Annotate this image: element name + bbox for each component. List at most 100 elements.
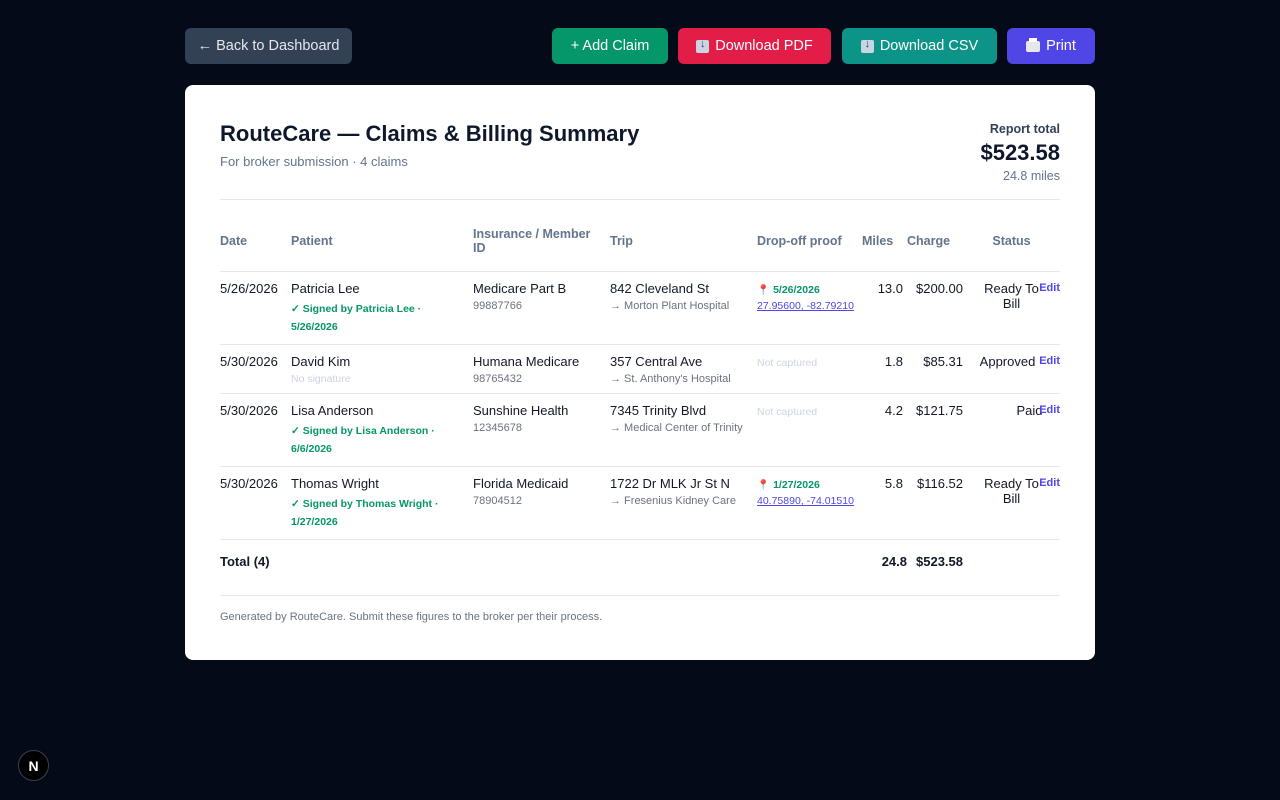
report-subtitle: For broker submission · 4 claims bbox=[220, 154, 408, 169]
total-label: Total (4) bbox=[220, 554, 270, 569]
header-proof[interactable]: Drop-off proof bbox=[757, 225, 862, 272]
nextjs-badge-icon[interactable]: N bbox=[18, 750, 49, 781]
row-status: Paid Edit bbox=[967, 393, 1060, 467]
proof-date: 1/27/2026 bbox=[773, 479, 820, 491]
badge-letter: N bbox=[28, 757, 39, 774]
row-insurance: Florida Medicaid 78904512 bbox=[473, 466, 610, 540]
download-pdf-label: Download PDF bbox=[715, 38, 813, 54]
total-charge: $523.58 bbox=[916, 554, 963, 569]
table-row: 5/30/2026 Lisa Anderson ✓ Signed by Lisa… bbox=[220, 393, 1060, 467]
download-icon bbox=[860, 38, 874, 53]
insurance-name: Humana Medicare bbox=[473, 354, 580, 369]
row-charge: $121.75 bbox=[907, 393, 967, 467]
map-pin-icon: 📍 bbox=[757, 480, 770, 491]
download-csv-button[interactable]: Download CSV bbox=[842, 28, 997, 64]
patient-name: Patricia Lee bbox=[291, 281, 360, 296]
member-id: 98765432 bbox=[473, 373, 522, 385]
patient-name: Thomas Wright bbox=[291, 476, 379, 491]
row-miles: 4.2 bbox=[862, 393, 907, 467]
add-claim-button[interactable]: + Add Claim bbox=[552, 28, 668, 64]
trip-from: 1722 Dr MLK Jr St N bbox=[610, 476, 730, 491]
table-header-row: Date Patient Insurance / Member ID Trip … bbox=[220, 225, 1060, 272]
trip-to: → Fresenius Kidney Care bbox=[610, 495, 736, 507]
header-trip[interactable]: Trip bbox=[610, 225, 757, 272]
total-status-empty bbox=[967, 540, 1060, 578]
table-row: 5/30/2026 David Kim No signature Humana … bbox=[220, 344, 1060, 394]
row-insurance: Humana Medicare 98765432 bbox=[473, 344, 610, 394]
header-date[interactable]: Date bbox=[220, 225, 291, 272]
report-total-label: Report total bbox=[989, 122, 1060, 136]
download-icon bbox=[696, 38, 710, 53]
header-charge[interactable]: Charge bbox=[907, 225, 967, 272]
signature-status: ✓ Signed by Thomas Wright · 1/27/2026 bbox=[291, 498, 439, 528]
patient-name: David Kim bbox=[291, 354, 351, 369]
download-csv-label: Download CSV bbox=[879, 38, 979, 54]
printer-icon bbox=[1026, 37, 1041, 52]
row-date: 5/26/2026 bbox=[220, 271, 291, 345]
trip-to: → Medical Center of Trinity bbox=[610, 422, 743, 434]
row-date: 5/30/2026 bbox=[220, 344, 291, 394]
header-patient[interactable]: Patient bbox=[291, 225, 473, 272]
row-insurance: Sunshine Health 12345678 bbox=[473, 393, 610, 467]
table-row: 5/30/2026 Thomas Wright ✓ Signed by Thom… bbox=[220, 466, 1060, 540]
insurance-name: Sunshine Health bbox=[473, 403, 569, 418]
proof-date: 5/26/2026 bbox=[773, 284, 820, 296]
status-text: Paid bbox=[1016, 403, 1043, 418]
row-patient: Thomas Wright ✓ Signed by Thomas Wright … bbox=[291, 466, 473, 540]
trip-to: → Morton Plant Hospital bbox=[610, 300, 730, 312]
row-trip: 1722 Dr MLK Jr St N → Fresenius Kidney C… bbox=[610, 466, 757, 540]
trip-from: 357 Central Ave bbox=[610, 354, 703, 369]
report-card: RouteCare — Claims & Billing Summary For… bbox=[185, 85, 1095, 660]
divider bbox=[220, 199, 1060, 200]
proof-not-captured: Not captured bbox=[757, 406, 818, 418]
row-status: Ready To Bill Edit bbox=[967, 466, 1060, 540]
toolbar: ← Back to Dashboard + Add Claim Download… bbox=[185, 28, 1095, 64]
row-charge: $85.31 bbox=[907, 344, 967, 394]
divider bbox=[220, 595, 1060, 596]
edit-link[interactable]: Edit bbox=[1039, 282, 1060, 294]
row-date: 5/30/2026 bbox=[220, 393, 291, 467]
member-id: 99887766 bbox=[473, 300, 522, 312]
row-proof: Not captured bbox=[757, 344, 862, 394]
edit-link[interactable]: Edit bbox=[1039, 355, 1060, 367]
row-proof: Not captured bbox=[757, 393, 862, 467]
insurance-name: Florida Medicaid bbox=[473, 476, 569, 491]
row-miles: 5.8 bbox=[862, 466, 907, 540]
status-text: Ready To Bill bbox=[984, 281, 1039, 311]
report-footer: Generated by RouteCare. Submit these fig… bbox=[220, 611, 603, 623]
status-text: Approved bbox=[979, 354, 1036, 369]
row-date: 5/30/2026 bbox=[220, 466, 291, 540]
add-claim-label: + Add Claim bbox=[570, 38, 650, 54]
status-text: Ready To Bill bbox=[984, 476, 1039, 506]
row-insurance: Medicare Part B 99887766 bbox=[473, 271, 610, 345]
proof-coordinates-link[interactable]: 40.75890, -74.01510 bbox=[757, 495, 858, 507]
member-id: 12345678 bbox=[473, 422, 522, 434]
claims-table: Date Patient Insurance / Member ID Trip … bbox=[220, 225, 1060, 577]
row-proof: 📍 1/27/2026 40.75890, -74.01510 bbox=[757, 466, 862, 540]
row-trip: 357 Central Ave → St. Anthony's Hospital bbox=[610, 344, 757, 394]
print-button[interactable]: Print bbox=[1007, 28, 1095, 64]
row-charge: $116.52 bbox=[907, 466, 967, 540]
row-patient: Patricia Lee ✓ Signed by Patricia Lee · … bbox=[291, 271, 473, 345]
row-miles: 1.8 bbox=[862, 344, 907, 394]
report-total-amount: $523.58 bbox=[980, 140, 1060, 165]
edit-link[interactable]: Edit bbox=[1039, 477, 1060, 489]
back-to-dashboard-button[interactable]: ← Back to Dashboard bbox=[185, 28, 352, 64]
header-status[interactable]: Status bbox=[967, 225, 1060, 272]
row-patient: Lisa Anderson ✓ Signed by Lisa Anderson … bbox=[291, 393, 473, 467]
download-pdf-button[interactable]: Download PDF bbox=[678, 28, 831, 64]
print-label: Print bbox=[1046, 38, 1076, 54]
trip-from: 842 Cleveland St bbox=[610, 281, 710, 296]
trip-from: 7345 Trinity Blvd bbox=[610, 403, 707, 418]
proof-coordinates-link[interactable]: 27.95600, -82.79210 bbox=[757, 300, 858, 312]
trip-to: → St. Anthony's Hospital bbox=[610, 373, 731, 385]
signature-status: No signature bbox=[291, 373, 351, 385]
edit-link[interactable]: Edit bbox=[1039, 404, 1060, 416]
signature-status: ✓ Signed by Patricia Lee · 5/26/2026 bbox=[291, 303, 422, 333]
table-total-row: Total (4) 24.8 $523.58 bbox=[220, 540, 1060, 578]
map-pin-icon: 📍 bbox=[757, 285, 770, 296]
header-insurance[interactable]: Insurance / Member ID bbox=[473, 225, 610, 272]
row-proof: 📍 5/26/2026 27.95600, -82.79210 bbox=[757, 271, 862, 345]
header-miles[interactable]: Miles bbox=[862, 225, 907, 272]
report-total-summary: Report total $523.58 24.8 miles bbox=[980, 122, 1060, 183]
